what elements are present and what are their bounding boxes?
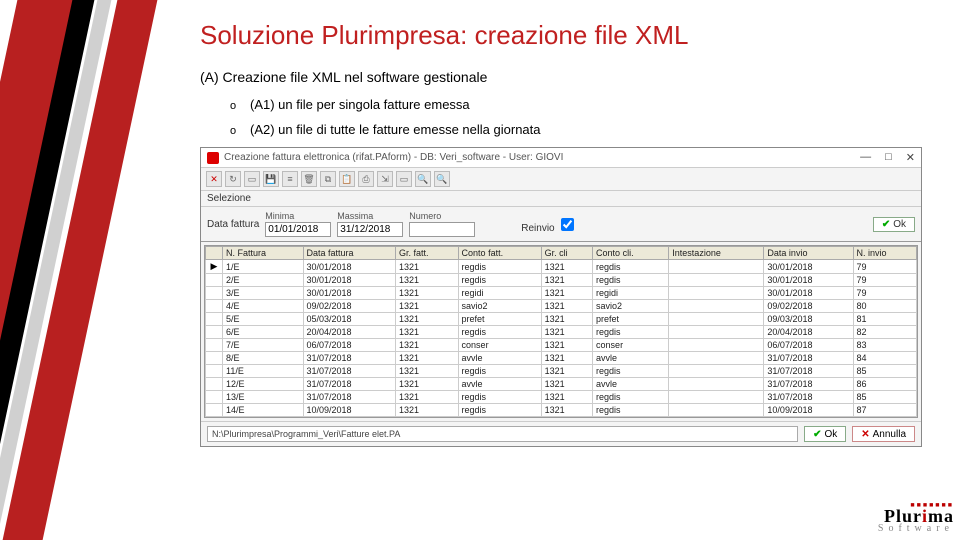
- window-title: Creazione fattura elettronica (rifat.PAf…: [224, 152, 563, 163]
- tool-export-icon[interactable]: ⇲: [377, 171, 393, 187]
- tool-save-icon[interactable]: 💾: [263, 171, 279, 187]
- table-row[interactable]: ▶1/E30/01/20181321regdis1321regdis30/01/…: [206, 260, 917, 274]
- bullet-a2: o(A2) un file di tutte le fatture emesse…: [230, 122, 950, 137]
- table-row[interactable]: 3/E30/01/20181321regidi1321regidi30/01/2…: [206, 287, 917, 300]
- data-grid[interactable]: N. FatturaData fatturaGr. fatt.Conto fat…: [204, 245, 918, 418]
- input-massima[interactable]: [337, 222, 403, 237]
- table-row[interactable]: 4/E09/02/20181321savio21321savio209/02/2…: [206, 300, 917, 313]
- filter-ok-button[interactable]: ✔Ok: [873, 217, 915, 232]
- tool-trash-icon[interactable]: 🗑: [301, 171, 317, 187]
- label-numero: Numero: [409, 211, 441, 221]
- brand-logo: ■■■■■■■ Plurima Software: [878, 502, 954, 534]
- tool-doc-icon[interactable]: ▭: [396, 171, 412, 187]
- col-header[interactable]: Data invio: [764, 247, 853, 260]
- col-header[interactable]: Gr. cli: [541, 247, 592, 260]
- col-header[interactable]: Conto fatt.: [458, 247, 541, 260]
- input-numero[interactable]: [409, 222, 475, 237]
- annulla-button[interactable]: ✕Annulla: [852, 426, 915, 442]
- app-window: Creazione fattura elettronica (rifat.PAf…: [200, 147, 922, 447]
- close-button[interactable]: ✕: [906, 151, 915, 164]
- tool-zoom-icon[interactable]: 🔍: [434, 171, 450, 187]
- table-row[interactable]: 12/E31/07/20181321avvle1321avvle31/07/20…: [206, 378, 917, 391]
- tab-selezione[interactable]: Selezione: [201, 191, 921, 207]
- maximize-button[interactable]: □: [885, 151, 892, 164]
- table-row[interactable]: 5/E05/03/20181321prefet1321prefet09/03/2…: [206, 313, 917, 326]
- footer-ok-button[interactable]: ✔Ok: [804, 426, 846, 442]
- tool-preview-icon[interactable]: 🔍: [415, 171, 431, 187]
- table-row[interactable]: 8/E31/07/20181321avvle1321avvle31/07/201…: [206, 352, 917, 365]
- minimize-button[interactable]: —: [860, 151, 871, 164]
- section-a: (A) Creazione file XML nel software gest…: [200, 69, 950, 85]
- bullet-a1: o(A1) un file per singola fatture emessa: [230, 97, 950, 112]
- tool-list-icon[interactable]: ≡: [282, 171, 298, 187]
- app-icon: [207, 152, 219, 164]
- col-header[interactable]: [206, 247, 223, 260]
- col-header[interactable]: Gr. fatt.: [396, 247, 459, 260]
- label-data-fattura: Data fattura: [207, 219, 259, 230]
- path-box: N:\Plurimpresa\Programmi_Veri\Fatture el…: [207, 426, 798, 442]
- col-header[interactable]: Data fattura: [303, 247, 396, 260]
- table-row[interactable]: 2/E30/01/20181321regdis1321regdis30/01/2…: [206, 274, 917, 287]
- table-row[interactable]: 6/E20/04/20181321regdis1321regdis20/04/2…: [206, 326, 917, 339]
- col-header[interactable]: N. invio: [853, 247, 916, 260]
- tool-paste-icon[interactable]: 📋: [339, 171, 355, 187]
- toolbar: ✕ ↻ ▭ 💾 ≡ 🗑 ⧉ 📋 ⎙ ⇲ ▭ 🔍 🔍: [201, 168, 921, 191]
- col-header[interactable]: N. Fattura: [223, 247, 304, 260]
- col-header[interactable]: Conto cli.: [593, 247, 669, 260]
- checkbox-reinvio[interactable]: [561, 218, 574, 231]
- col-header[interactable]: Intestazione: [669, 247, 764, 260]
- tool-print-icon[interactable]: ⎙: [358, 171, 374, 187]
- table-row[interactable]: 7/E06/07/20181321conser1321conser06/07/2…: [206, 339, 917, 352]
- table-row[interactable]: 14/E10/09/20181321regdis1321regdis10/09/…: [206, 404, 917, 417]
- filter-bar: Data fattura Minima Massima Numero Reinv…: [201, 207, 921, 242]
- tool-delete-icon[interactable]: ✕: [206, 171, 222, 187]
- input-minima[interactable]: [265, 222, 331, 237]
- tool-refresh-icon[interactable]: ↻: [225, 171, 241, 187]
- tool-open-icon[interactable]: ▭: [244, 171, 260, 187]
- tool-copy-icon[interactable]: ⧉: [320, 171, 336, 187]
- label-massima: Massima: [337, 211, 373, 221]
- label-minima: Minima: [265, 211, 294, 221]
- table-row[interactable]: 13/E31/07/20181321regdis1321regdis31/07/…: [206, 391, 917, 404]
- label-reinvio: Reinvio: [521, 223, 554, 234]
- slide-title: Soluzione Plurimpresa: creazione file XM…: [200, 20, 950, 51]
- table-row[interactable]: 11/E31/07/20181321regdis1321regdis31/07/…: [206, 365, 917, 378]
